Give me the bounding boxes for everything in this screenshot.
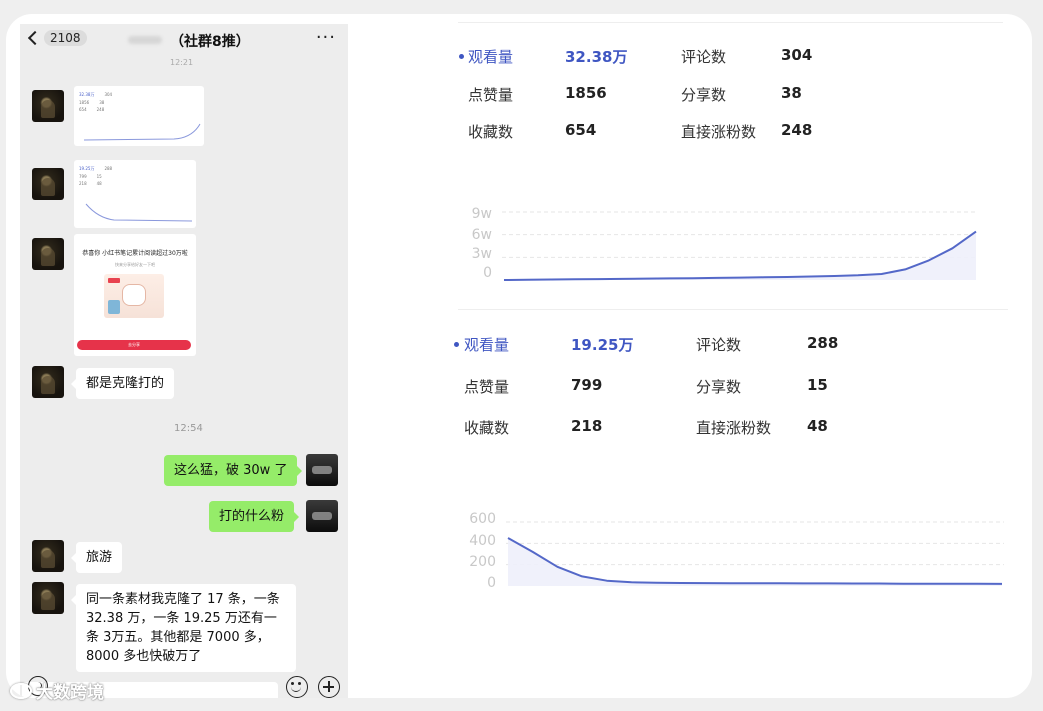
divider (458, 22, 1003, 23)
comments-label[interactable]: 评论数 (696, 334, 741, 355)
message-bubble-incoming[interactable]: 旅游 (70, 542, 123, 573)
series-area (508, 538, 1002, 586)
thumb-likes: 1856 (79, 100, 90, 105)
watermark-text: 大数跨境 (36, 683, 104, 703)
views-label[interactable]: 观看量 (468, 46, 513, 67)
back-button[interactable]: 2108 (27, 30, 87, 46)
plus-icon[interactable] (318, 676, 340, 698)
message-bubble-incoming[interactable]: 都是克隆打的 (70, 368, 175, 399)
chat-panel: 2108 （社群8推） ··· 12:21 32.38万 304 1856 38 6… (20, 24, 348, 698)
watermark: 大数跨境 (10, 678, 104, 703)
avatar[interactable] (32, 540, 64, 572)
shares-value: 15 (807, 376, 828, 394)
likes-value: 1856 (565, 84, 607, 102)
views-value: 19.25万 (571, 336, 634, 354)
likes-label[interactable]: 点赞量 (464, 376, 509, 397)
saves-value: 654 (565, 121, 597, 139)
screenshot-card: 2108 （社群8推） ··· 12:21 32.38万 304 1856 38 6… (6, 14, 1032, 698)
thumb-comments: 304 (104, 92, 113, 97)
thumb-views: 19.25万 (79, 166, 95, 171)
y-tick-label: 3w (471, 246, 492, 262)
series-line (507, 537, 1003, 585)
chat-header: 2108 （社群8推） ··· (20, 24, 348, 58)
thumb-shares: 15 (96, 174, 102, 179)
comments-value: 304 (781, 46, 813, 64)
thumb-fans: 48 (96, 181, 102, 186)
y-tick-label: 6w (471, 227, 492, 243)
y-tick-label: 0 (483, 265, 492, 281)
shares-value: 38 (781, 84, 802, 102)
thumb-saves: 654 (79, 107, 87, 112)
promo-share-button: 去分享 (77, 340, 191, 350)
promo-tag (108, 278, 120, 283)
saves-label[interactable]: 收藏数 (468, 121, 513, 142)
views-label[interactable]: 观看量 (464, 334, 509, 355)
my-avatar[interactable] (306, 454, 338, 486)
message-bubble-incoming[interactable]: 同一条素材我克隆了 17 条，一条 32.38 万，一条 19.25 万还有一条… (71, 584, 296, 672)
unread-count-badge: 2108 (44, 30, 87, 46)
thumb-chart (85, 203, 193, 222)
chevron-left-icon (27, 30, 43, 46)
avatar[interactable] (32, 366, 64, 398)
saves-label[interactable]: 收藏数 (464, 417, 509, 438)
fans-label[interactable]: 直接涨粉数 (696, 417, 771, 438)
shares-label[interactable]: 分享数 (696, 376, 741, 397)
message-bubble-outgoing[interactable]: 这么猛，破 30w 了 (164, 455, 303, 486)
avatar[interactable] (32, 168, 64, 200)
views-trend-chart-1 (502, 211, 978, 281)
views-trend-chart-2 (506, 521, 1004, 586)
active-dot-icon (459, 54, 464, 59)
y-tick-label: 0 (487, 575, 496, 591)
message-bubble-outgoing[interactable]: 打的什么粉 (209, 501, 300, 532)
avatar[interactable] (32, 238, 64, 270)
image-message-promo[interactable]: 恭喜你 小红书笔记累计阅读超过30万啦 快来分享给好友一下吧 去分享 (74, 234, 196, 356)
more-icon[interactable]: ··· (316, 27, 336, 48)
thumb-saves: 218 (79, 181, 87, 186)
image-message-stats-2[interactable]: 19.25万 288 799 15 218 48 (74, 160, 196, 228)
thumb-chart (83, 123, 201, 141)
thumb-likes: 799 (79, 174, 87, 179)
series-area (504, 231, 976, 280)
message-time: 12:21 (170, 58, 194, 67)
divider (458, 309, 1008, 310)
avatar[interactable] (32, 582, 64, 614)
y-tick-label: 200 (469, 554, 496, 570)
comments-label[interactable]: 评论数 (681, 46, 726, 67)
fans-value: 48 (807, 417, 828, 435)
saves-value: 218 (571, 417, 603, 435)
thumb-fans: 248 (96, 107, 105, 112)
likes-label[interactable]: 点赞量 (468, 84, 513, 105)
image-message-stats-1[interactable]: 32.38万 304 1856 38 654 248 (74, 86, 204, 146)
views-value: 32.38万 (565, 48, 628, 66)
y-tick-label: 400 (469, 533, 496, 549)
promo-headline: 恭喜你 小红书笔记累计阅读超过30万啦 (82, 250, 188, 257)
fans-value: 248 (781, 121, 813, 139)
thumb-comments: 288 (104, 166, 113, 171)
y-tick-label: 9w (471, 206, 492, 222)
comments-value: 288 (807, 334, 839, 352)
fans-label[interactable]: 直接涨粉数 (681, 121, 756, 142)
y-tick-label: 600 (469, 511, 496, 527)
chat-title: （社群8推） (170, 34, 250, 50)
thumb-shares: 38 (99, 100, 105, 105)
message-time: 12:54 (174, 423, 203, 434)
promo-subtitle: 快来分享给好友一下吧 (115, 262, 155, 267)
active-dot-icon (454, 342, 459, 347)
likes-value: 799 (571, 376, 603, 394)
shares-label[interactable]: 分享数 (681, 84, 726, 105)
thumb-views: 32.38万 (79, 92, 95, 97)
emoji-icon[interactable] (286, 676, 308, 698)
avatar[interactable] (32, 90, 64, 122)
my-avatar[interactable] (306, 500, 338, 532)
watermark-logo-icon (10, 682, 32, 699)
blurred-name (128, 36, 162, 44)
